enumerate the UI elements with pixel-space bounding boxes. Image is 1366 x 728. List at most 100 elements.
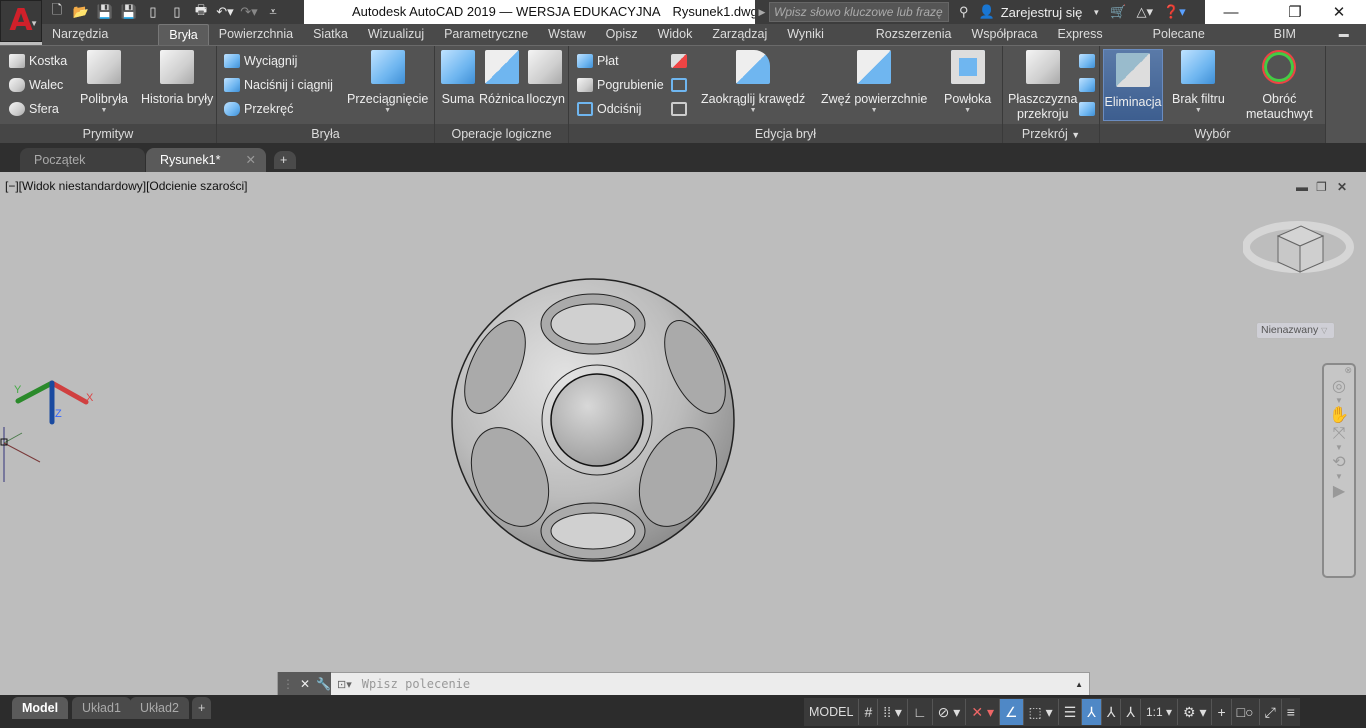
tab-opisz[interactable]: Opisz <box>596 24 648 45</box>
command-prompt-icon[interactable]: ⊡▾ <box>337 678 352 691</box>
brak-filtru-button[interactable]: Brak filtru ▼ <box>1172 50 1225 115</box>
open-icon[interactable]: 📂 <box>72 4 90 20</box>
close-tab-icon[interactable]: ✕ <box>246 148 256 172</box>
lineweight-icon[interactable]: ☰ <box>1059 699 1083 725</box>
redo-icon[interactable]: ↷▾ <box>240 4 258 20</box>
tab-polecane-aplikacje[interactable]: Polecane aplikacje <box>1143 24 1264 62</box>
pan-icon[interactable]: ✋ <box>1324 405 1354 425</box>
viewcube[interactable] <box>1243 214 1355 289</box>
dynamic-ucs-icon[interactable]: ∠ <box>999 699 1024 725</box>
plot-icon[interactable]: 🖶 <box>192 1 210 23</box>
zaokraglij-krawedz-button[interactable]: Zaokrąglij krawędź ▼ <box>701 50 805 115</box>
object-snap-icon[interactable]: ⬚ ▾ <box>1024 699 1059 725</box>
ortho-icon[interactable]: ∟ <box>908 699 933 725</box>
tab-bryla[interactable]: Bryła <box>158 24 209 45</box>
tab-wspolpraca[interactable]: Współpraca <box>961 24 1047 45</box>
tab-express-tools[interactable]: Express Tools <box>1047 24 1142 62</box>
annotation-visibility-icon[interactable]: ⅄ <box>1082 699 1102 725</box>
panel-title-przekroj[interactable]: Przekrój ▼ <box>1003 124 1099 144</box>
isolate-objects-icon[interactable]: □○ <box>1232 699 1260 725</box>
wyciagnij-button[interactable]: Wyciągnij <box>224 54 297 68</box>
scale-selector[interactable]: 1:1 ▾ <box>1141 699 1178 725</box>
doc-tab-poczatek[interactable]: Początek <box>20 148 145 172</box>
extract-edges-icon[interactable] <box>671 78 687 92</box>
3d-sphere-model[interactable] <box>450 277 740 565</box>
command-history-toggle-icon[interactable]: ▲ <box>1075 680 1083 689</box>
chevron-down-icon[interactable]: ▼ <box>1324 443 1354 452</box>
tab-zarzadzaj[interactable]: Zarządzaj <box>702 24 777 45</box>
ribbon-minimize-toggle[interactable]: ▬ ▾ <box>1329 24 1366 61</box>
annotation-monitor-icon[interactable]: + <box>1212 699 1232 725</box>
tab-siatka[interactable]: Siatka <box>303 24 358 45</box>
chevron-down-icon[interactable]: ▼ <box>1092 8 1100 17</box>
minimize-button[interactable]: — <box>1204 0 1258 24</box>
annotation-scale-icon[interactable]: ⅄ <box>1121 699 1141 725</box>
ucs-dropdown[interactable]: Nienazwany ▽ <box>1256 322 1335 339</box>
close-button[interactable]: ✕ <box>1312 0 1366 24</box>
plat-button[interactable]: Płat <box>577 54 619 68</box>
tab-parametryczne[interactable]: Parametryczne <box>434 24 538 45</box>
binoculars-icon[interactable]: ⚲ <box>959 4 969 20</box>
auto-scale-icon[interactable]: ⅄ <box>1102 699 1122 725</box>
sign-in-button[interactable]: Zarejestruj się <box>1001 5 1083 20</box>
przekrec-button[interactable]: Przekręć <box>224 102 293 116</box>
save-web-icon[interactable]: ▯ <box>168 4 186 20</box>
layout-tab-uklad1[interactable]: Układ1 <box>72 697 131 719</box>
expand-search-icon[interactable]: ▶ <box>755 7 769 18</box>
walec-button[interactable]: Walec <box>9 78 63 92</box>
customize-menu-icon[interactable]: ≡ <box>1282 699 1300 725</box>
chevron-down-icon[interactable]: ▼ <box>1324 472 1354 481</box>
roznica-button[interactable]: Różnica <box>479 50 524 107</box>
interfere-icon[interactable] <box>671 54 687 68</box>
model-space-button[interactable]: MODEL <box>804 699 860 725</box>
undo-icon[interactable]: ↶▾ <box>216 4 234 20</box>
snap-icon[interactable]: ⁞⁞ ▾ <box>878 699 908 725</box>
showmotion-icon[interactable]: ▶ <box>1324 481 1354 501</box>
new-tab-button[interactable]: + <box>274 151 296 169</box>
close-command-line-icon[interactable]: ✕ <box>300 677 310 691</box>
orbit-icon[interactable]: ⟲ <box>1324 452 1354 472</box>
tab-rozszerzenia[interactable]: Rozszerzenia <box>866 24 962 45</box>
polibryla-button[interactable]: Polibryła ▼ <box>80 50 128 115</box>
layout-tab-model[interactable]: Model <box>12 697 69 719</box>
grip-handle-icon[interactable]: ⋮ <box>282 677 294 691</box>
viewport-close-button[interactable]: ✕ <box>1337 180 1347 194</box>
suma-button[interactable]: Suma <box>441 50 475 107</box>
chevron-down-icon[interactable]: ▼ <box>1324 396 1354 405</box>
obroc-metauchwyt-button[interactable]: Obróć metauchwyt <box>1246 50 1313 122</box>
powloka-button[interactable]: Powłoka ▼ <box>944 50 991 115</box>
application-menu-button[interactable]: A ▼ <box>0 0 42 42</box>
polar-tracking-icon[interactable]: ⊘ ▾ <box>933 699 967 725</box>
save-icon[interactable]: 💾 <box>96 4 114 20</box>
command-input[interactable]: Wpisz polecenie <box>362 677 1075 691</box>
tab-wizualizuj[interactable]: Wizualizuj <box>358 24 434 45</box>
command-line-grip[interactable]: ⋮ ✕ 🔧 <box>278 672 331 696</box>
tab-wstaw[interactable]: Wstaw <box>538 24 596 45</box>
new-layout-button[interactable]: + <box>192 697 212 719</box>
close-navbar-icon[interactable]: ⊗ <box>1324 365 1354 376</box>
workspace-gear-icon[interactable]: ⚙ ▾ <box>1178 699 1213 725</box>
cart-icon[interactable]: 🛒 <box>1110 4 1126 20</box>
nacisnij-button[interactable]: Naciśnij i ciągnij <box>224 78 333 92</box>
layout-tab-uklad2[interactable]: Układ2 <box>130 697 189 719</box>
grid-icon[interactable]: # <box>859 699 879 725</box>
iloczyn-button[interactable]: Iloczyn <box>526 50 565 107</box>
eliminacja-button[interactable]: Eliminacja <box>1103 49 1163 121</box>
tab-bim-360[interactable]: BIM 360 <box>1264 24 1329 62</box>
new-icon[interactable]: 🗋 <box>48 1 66 23</box>
odcisnij-button[interactable]: Odciśnij <box>577 102 641 116</box>
viewport-controls-label[interactable]: [−][Widok niestandardowy][Odcienie szaro… <box>5 179 247 193</box>
autodesk-app-icon[interactable]: △▾ <box>1136 4 1153 20</box>
live-section-icon[interactable] <box>1079 54 1095 68</box>
sfera-button[interactable]: Sfera <box>9 102 59 116</box>
offset-edge-icon[interactable] <box>671 102 687 116</box>
zoom-extents-icon[interactable]: ⤧ <box>1324 425 1354 443</box>
kostka-button[interactable]: Kostka <box>9 54 67 68</box>
tab-powierzchnia[interactable]: Powierzchnia <box>209 24 303 45</box>
open-web-icon[interactable]: ▯ <box>144 4 162 20</box>
pogrubienie-button[interactable]: Pogrubienie <box>577 78 664 92</box>
generate-section-icon[interactable] <box>1079 102 1095 116</box>
customize-wrench-icon[interactable]: 🔧 <box>316 677 331 691</box>
customize-icon[interactable]: ⩡ <box>264 4 282 20</box>
save-as-icon[interactable]: 💾 <box>120 4 138 20</box>
